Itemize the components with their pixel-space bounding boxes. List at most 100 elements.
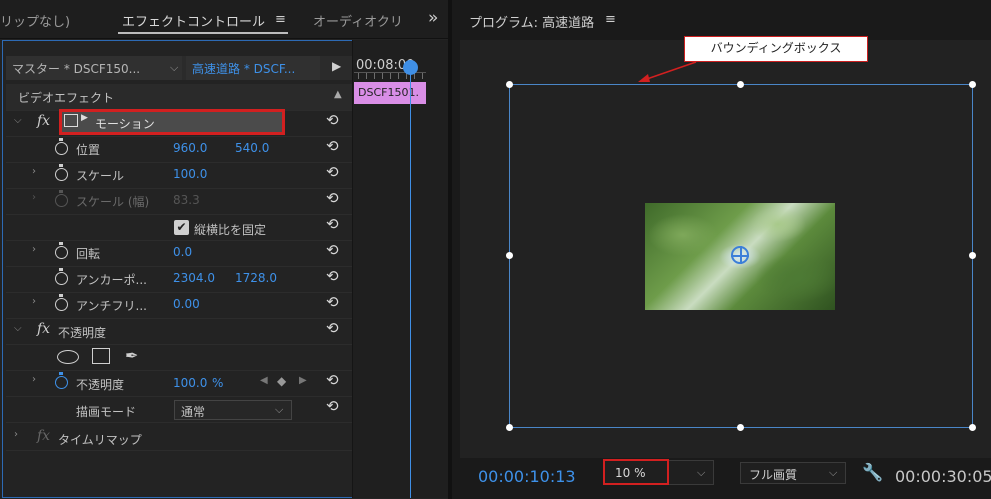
fx-icon[interactable]: fx <box>37 321 50 337</box>
transform-box-icon[interactable] <box>64 114 78 127</box>
duration-timecode: 00:00:30:05 <box>895 467 991 486</box>
motion-highlight-box <box>59 109 285 135</box>
effect-timeline[interactable] <box>352 40 449 498</box>
chevron-right-icon[interactable]: › <box>14 429 18 440</box>
stopwatch-icon[interactable] <box>55 372 68 389</box>
stopwatch-icon <box>55 190 68 207</box>
antiflicker-value[interactable]: 0.00 <box>173 297 200 311</box>
scale-width-value: 83.3 <box>173 193 200 207</box>
bbox-handle-bottom[interactable] <box>737 424 744 431</box>
scale-value[interactable]: 100.0 <box>173 167 207 181</box>
panel-menu-icon[interactable]: ≡ <box>605 12 616 27</box>
tab-audio-mixer[interactable]: オーディオクリ <box>313 11 403 30</box>
playhead-handle[interactable] <box>403 60 418 75</box>
blend-mode-label: 描画モード <box>76 405 137 419</box>
reset-icon[interactable]: ⟲ <box>326 243 339 258</box>
scale-width-label: スケール (幅) <box>76 195 150 209</box>
playhead-line[interactable] <box>410 66 411 498</box>
fx-icon[interactable]: fx <box>37 113 50 129</box>
anchor-label: アンカーポ... <box>76 273 147 287</box>
position-label: 位置 <box>76 143 101 157</box>
opacity-value[interactable]: 100.0 <box>173 376 207 390</box>
cursor-arrow-icon: ▶ <box>81 113 88 123</box>
tab-effect-controls[interactable]: エフェクトコントロール <box>122 11 265 30</box>
rotation-label: 回転 <box>76 247 101 261</box>
bbox-handle-top[interactable] <box>737 81 744 88</box>
reset-icon[interactable]: ⟲ <box>326 321 339 336</box>
stopwatch-icon[interactable] <box>55 268 68 285</box>
chevron-right-icon: › <box>32 192 36 203</box>
add-keyframe-icon[interactable]: ◆ <box>277 374 286 388</box>
bbox-handle-right[interactable] <box>969 252 976 259</box>
reset-icon[interactable]: ⟲ <box>326 113 339 128</box>
panel-menu-icon[interactable]: ≡ <box>275 12 286 27</box>
stopwatch-icon[interactable] <box>55 294 68 311</box>
program-monitor-title[interactable]: プログラム: 高速道路 <box>469 12 594 31</box>
chevron-down-icon[interactable]: ⌵ <box>14 115 22 126</box>
next-keyframe-icon[interactable]: ▶ <box>299 375 307 386</box>
time-remap-label: タイムリマップ <box>58 433 142 447</box>
sequence-clip-label: 高速道路 * DSCF... <box>192 62 296 76</box>
anchor-point-crosshair-icon[interactable] <box>731 246 749 264</box>
chevron-right-icon[interactable]: › <box>32 244 36 255</box>
chevron-down-icon[interactable]: ⌵ <box>14 323 22 334</box>
master-clip-selector[interactable]: マスター * DSCF150... <box>6 56 182 80</box>
rectangle-mask-icon[interactable] <box>92 348 110 364</box>
chevron-down-icon: ⌵ <box>275 403 284 416</box>
panel-overflow-icon[interactable]: » <box>428 8 438 28</box>
reset-icon[interactable]: ⟲ <box>326 217 339 232</box>
chevron-right-icon[interactable]: › <box>32 296 36 307</box>
reset-icon[interactable]: ⟲ <box>326 399 339 414</box>
tab-source-clip[interactable]: リップなし) <box>0 11 70 30</box>
play-triangle-icon[interactable]: ▶ <box>332 59 341 73</box>
prev-keyframe-icon[interactable]: ◀ <box>260 375 268 386</box>
playback-quality-select[interactable]: フル画質 ⌵ <box>740 462 846 484</box>
reset-icon[interactable]: ⟲ <box>326 295 339 310</box>
video-effects-label: ビデオエフェクト <box>18 91 115 105</box>
position-y-value[interactable]: 540.0 <box>235 141 269 155</box>
stopwatch-icon[interactable] <box>55 138 68 155</box>
chevron-down-icon[interactable]: ⌵ <box>170 61 178 75</box>
anchor-x-value[interactable]: 2304.0 <box>173 271 215 285</box>
pen-mask-icon[interactable]: ✒ <box>125 346 138 365</box>
anchor-y-value[interactable]: 1728.0 <box>235 271 277 285</box>
current-timecode[interactable]: 00:00:10:13 <box>478 467 576 486</box>
scale-label: スケール <box>76 169 125 183</box>
stopwatch-icon[interactable] <box>55 164 68 181</box>
video-effects-header: ビデオエフェクト ▲ <box>6 84 352 111</box>
bbox-handle-top-right[interactable] <box>969 81 976 88</box>
opacity-group-label: 不透明度 <box>58 326 107 340</box>
antiflicker-label: アンチフリ... <box>76 299 147 313</box>
zoom-highlight-box <box>603 459 669 485</box>
motion-label: モーション <box>95 117 155 131</box>
uniform-scale-checkbox[interactable]: ✔ <box>174 220 189 235</box>
timeline-clip[interactable]: DSCF1501. <box>354 82 426 104</box>
master-clip-label: マスター * DSCF150... <box>12 62 141 76</box>
reset-icon[interactable]: ⟲ <box>326 139 339 154</box>
reset-icon[interactable]: ⟲ <box>326 269 339 284</box>
stopwatch-icon[interactable] <box>55 242 68 259</box>
active-tab-underline <box>118 32 288 34</box>
chevron-down-icon: ⌵ <box>829 466 838 479</box>
sequence-clip-selector[interactable]: 高速道路 * DSCF... <box>186 56 320 80</box>
bbox-handle-left[interactable] <box>506 252 513 259</box>
position-x-value[interactable]: 960.0 <box>173 141 207 155</box>
collapse-up-icon[interactable]: ▲ <box>334 89 342 100</box>
callout-arrow <box>638 61 697 82</box>
chevron-down-icon: ⌵ <box>697 466 706 479</box>
opacity-label: 不透明度 <box>76 378 125 392</box>
ellipse-mask-icon[interactable] <box>57 350 79 364</box>
bbox-handle-bottom-right[interactable] <box>969 424 976 431</box>
wrench-icon[interactable]: 🔧 <box>862 463 883 483</box>
reset-icon[interactable]: ⟲ <box>326 191 339 206</box>
reset-icon[interactable]: ⟲ <box>326 373 339 388</box>
rotation-value[interactable]: 0.0 <box>173 245 192 259</box>
chevron-right-icon[interactable]: › <box>32 166 36 177</box>
blend-mode-value: 通常 <box>181 405 206 419</box>
chevron-right-icon[interactable]: › <box>32 374 36 385</box>
bbox-handle-top-left[interactable] <box>506 81 513 88</box>
reset-icon[interactable]: ⟲ <box>326 165 339 180</box>
bounding-box-callout: バウンディングボックス <box>684 36 868 62</box>
bbox-handle-bottom-left[interactable] <box>506 424 513 431</box>
blend-mode-select[interactable]: 通常 ⌵ <box>174 400 292 420</box>
